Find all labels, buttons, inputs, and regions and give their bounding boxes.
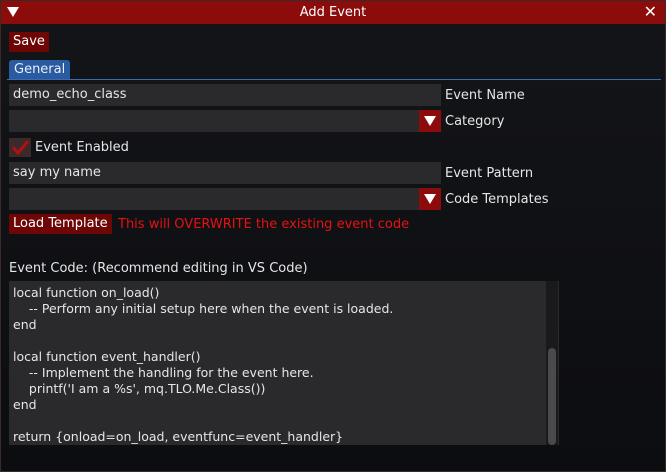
tab-general[interactable]: General <box>9 60 71 79</box>
event-pattern-input[interactable]: say my name <box>9 162 441 184</box>
tab-underline <box>7 79 661 80</box>
add-event-window: Add Event ✕ Save General demo_echo_class… <box>0 0 666 472</box>
code-line: printf('I am a %s', mq.TLO.Me.Class()) <box>13 381 266 396</box>
code-line: local function on_load() <box>13 285 160 300</box>
category-dropdown-arrow[interactable] <box>419 110 441 132</box>
window-title: Add Event <box>299 5 367 20</box>
event-code-label: Event Code: (Recommend editing in VS Cod… <box>9 261 308 276</box>
code-line: return {onload=on_load, eventfunc=event_… <box>13 429 344 444</box>
collapse-icon[interactable] <box>7 7 19 17</box>
category-value <box>9 110 419 132</box>
event-name-label: Event Name <box>445 88 525 103</box>
code-line: end <box>13 397 37 412</box>
code-line: local function event_handler() <box>13 349 201 364</box>
event-code-editor[interactable]: local function on_load() -- Perform any … <box>9 281 559 445</box>
event-name-input[interactable]: demo_echo_class <box>9 84 441 106</box>
close-icon[interactable]: ✕ <box>644 3 657 21</box>
code-templates-label: Code Templates <box>445 192 549 207</box>
overwrite-warning: This will OVERWRITE the existing event c… <box>118 217 410 232</box>
category-dropdown[interactable] <box>9 110 441 132</box>
code-scrollbar-thumb[interactable] <box>548 348 556 445</box>
load-template-button[interactable]: Load Template <box>9 214 112 234</box>
chevron-down-icon <box>424 194 436 204</box>
code-templates-dropdown[interactable] <box>9 188 441 210</box>
event-pattern-label: Event Pattern <box>445 166 534 181</box>
code-templates-dropdown-arrow[interactable] <box>419 188 441 210</box>
event-enabled-checkbox[interactable] <box>9 138 31 157</box>
title-bar[interactable]: Add Event ✕ <box>1 1 665 24</box>
code-line: -- Implement the handling for the event … <box>13 365 314 380</box>
code-templates-value <box>9 188 419 210</box>
save-button[interactable]: Save <box>9 32 49 52</box>
code-line: end <box>13 317 37 332</box>
category-label: Category <box>445 114 505 129</box>
code-line: -- Perform any initial setup here when t… <box>13 301 394 316</box>
checkmark-icon <box>11 140 30 156</box>
chevron-down-icon <box>424 116 436 126</box>
event-enabled-label: Event Enabled <box>35 140 129 155</box>
